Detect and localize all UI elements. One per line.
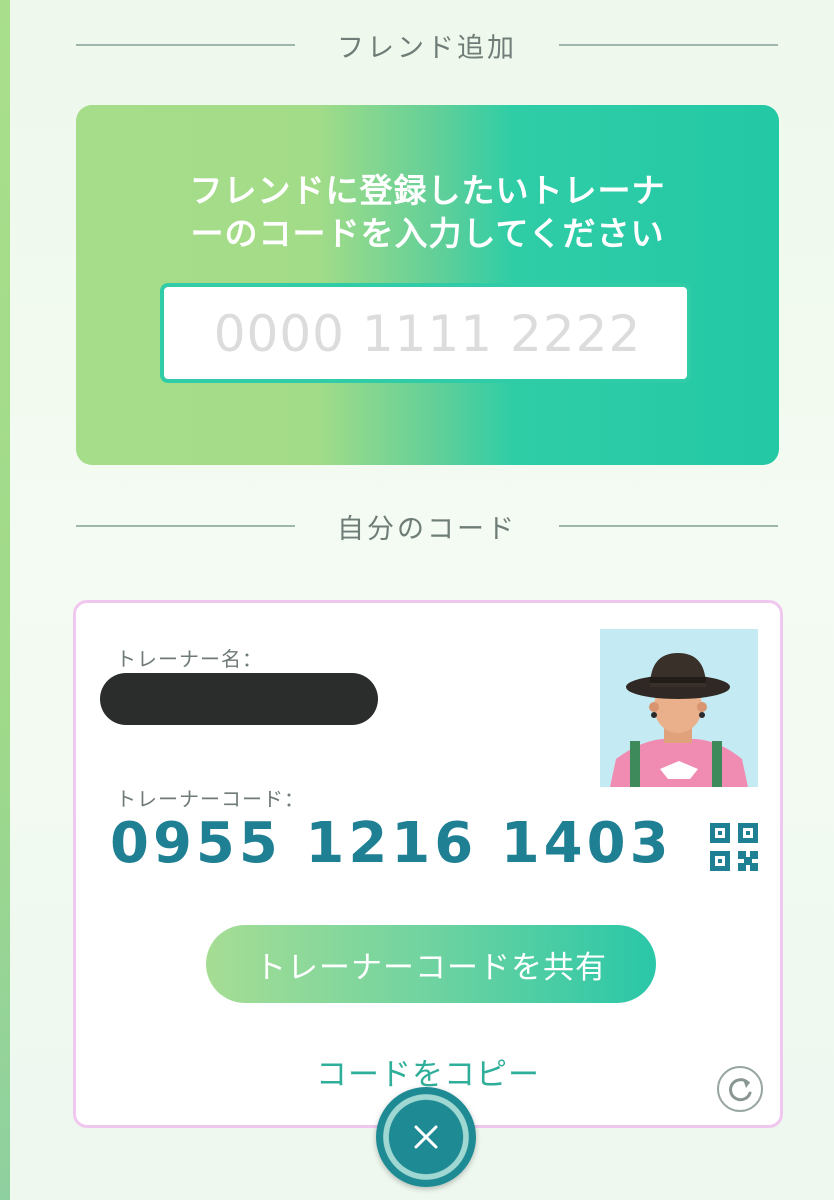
refresh-icon — [717, 1066, 763, 1112]
friend-code-input[interactable] — [164, 287, 691, 381]
share-trainer-code-button[interactable]: トレーナーコードを共有 — [206, 925, 656, 1003]
close-button[interactable] — [376, 1087, 476, 1187]
qr-code-icon — [710, 823, 758, 871]
divider-left — [76, 525, 295, 527]
trainer-name-label: トレーナー名： — [116, 647, 263, 671]
my-trainer-card: トレーナー名： トレーナーコード： 0955 1216 1403 トレーナーコー… — [73, 600, 783, 1128]
friend-add-section-header: フレンド追加 — [76, 25, 778, 65]
my-code-section-header: 自分のコード — [76, 506, 778, 546]
close-icon — [414, 1125, 438, 1149]
instructions-line-2: ーのコードを入力してください — [190, 214, 665, 253]
friend-code-instructions: フレンドに登録したいトレーナ ーのコードを入力してください — [76, 169, 779, 255]
trainer-code-label: トレーナーコード： — [116, 787, 305, 811]
instructions-line-1: フレンドに登録したいトレーナ — [189, 171, 666, 210]
friend-code-entry-panel: フレンドに登録したいトレーナ ーのコードを入力してください — [76, 105, 779, 465]
my-code-title: 自分のコード — [337, 513, 517, 545]
trainer-avatar — [600, 629, 758, 787]
refresh-code-button[interactable] — [716, 1065, 764, 1113]
divider-left — [76, 44, 295, 46]
trainer-name-redacted — [100, 673, 378, 725]
qr-code-button[interactable] — [710, 823, 758, 871]
trainer-code-value: 0955 1216 1403 — [110, 811, 673, 876]
divider-right — [559, 525, 778, 527]
friend-code-input-box — [160, 283, 691, 383]
divider-right — [559, 44, 778, 46]
left-edge-bar — [0, 0, 10, 1200]
friend-add-title: フレンド追加 — [337, 32, 517, 64]
avatar-illustration — [600, 629, 758, 787]
